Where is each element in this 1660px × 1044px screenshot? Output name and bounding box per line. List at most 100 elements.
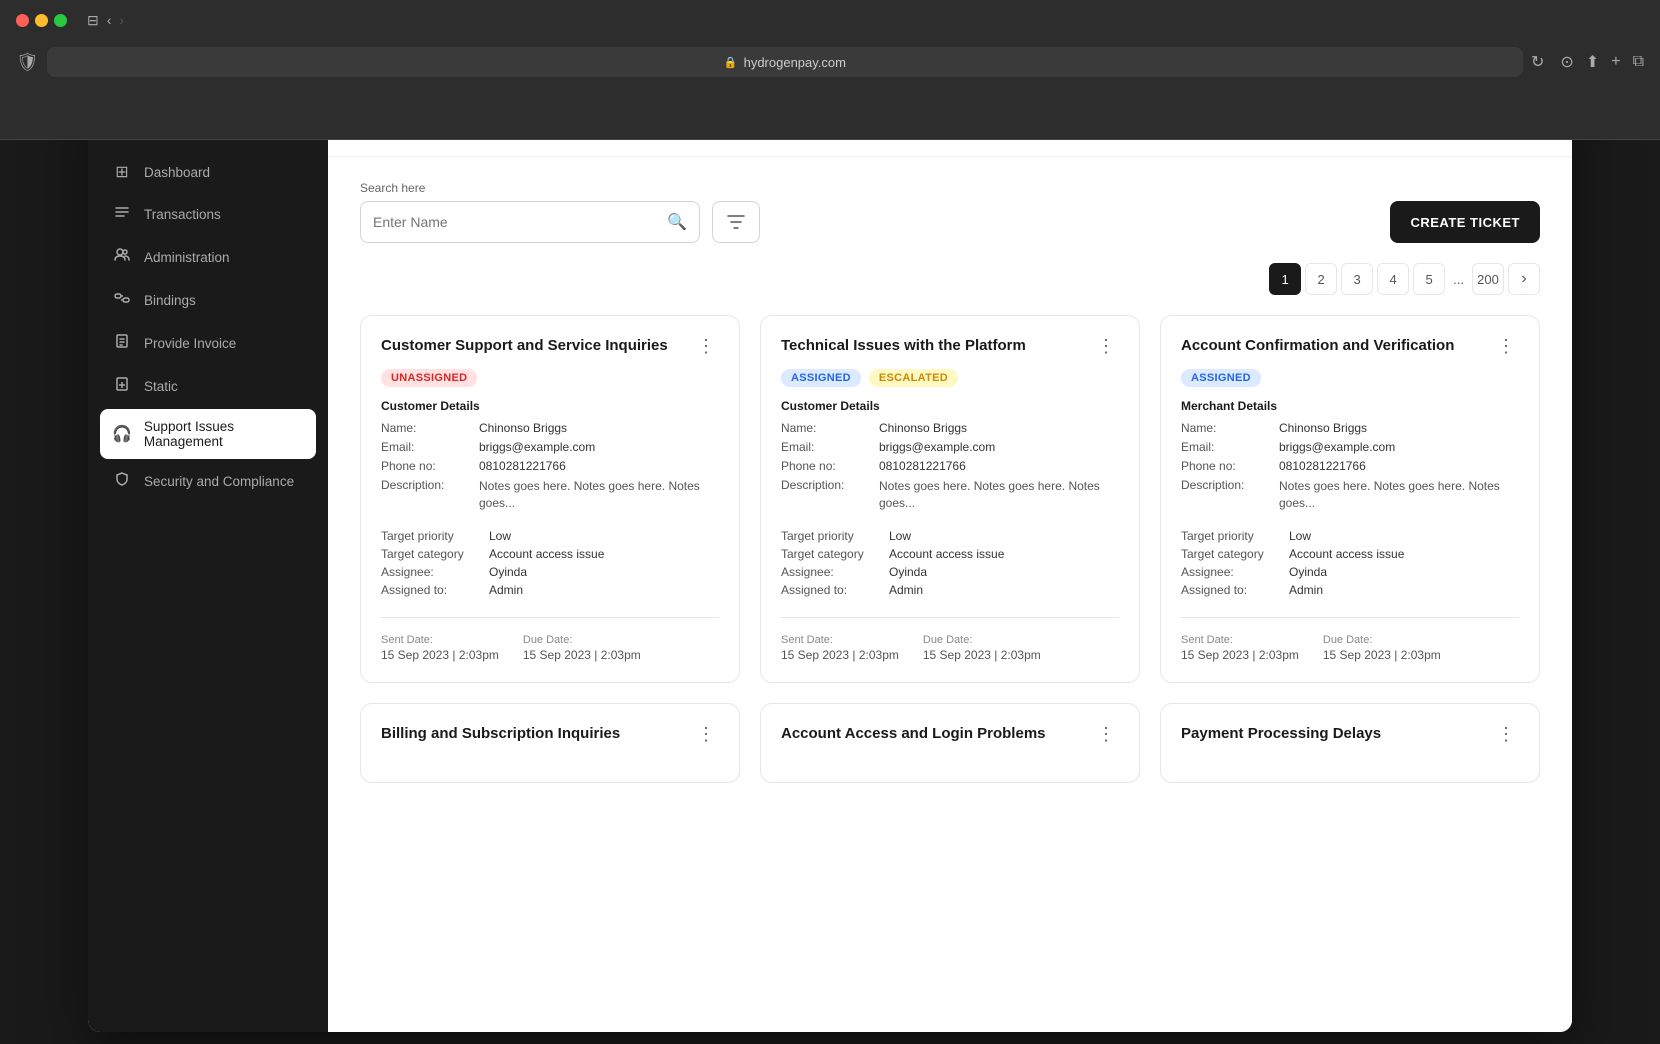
- sidebar-item-static[interactable]: Static: [100, 366, 316, 407]
- sidebar-item-support-issues[interactable]: 🎧 Support Issues Management: [100, 409, 316, 459]
- phone-value-3: 0810281221766: [1279, 459, 1519, 473]
- assignee-value-3: Oyinda: [1289, 565, 1327, 579]
- badge-assigned-2: ASSIGNED: [781, 369, 861, 387]
- phone-value-2: 0810281221766: [879, 459, 1119, 473]
- category-value-3: Account access issue: [1289, 547, 1404, 561]
- provide-invoice-icon: [112, 333, 132, 354]
- sidebar-item-bindings[interactable]: Bindings: [100, 280, 316, 321]
- section-title-1: Customer Details: [381, 399, 719, 413]
- sidebar-item-security-label: Security and Compliance: [144, 474, 294, 489]
- page-5-button[interactable]: 5: [1413, 263, 1445, 295]
- category-value-2: Account access issue: [889, 547, 1004, 561]
- card-title-5: Account Access and Login Problems: [781, 724, 1093, 744]
- sidebar-item-provide-invoice[interactable]: Provide Invoice: [100, 323, 316, 364]
- close-button[interactable]: [16, 14, 29, 27]
- category-label-1: Target category: [381, 547, 481, 561]
- priority-label-2: Target priority: [781, 529, 881, 543]
- card-menu-button-5[interactable]: ⋮: [1093, 724, 1119, 745]
- assigned-to-label-3: Assigned to:: [1181, 583, 1281, 597]
- section-title-3: Merchant Details: [1181, 399, 1519, 413]
- page-4-button[interactable]: 4: [1377, 263, 1409, 295]
- create-ticket-button[interactable]: CREATE TICKET: [1390, 201, 1540, 243]
- share-btn[interactable]: ⬆: [1586, 52, 1599, 72]
- sidebar-item-static-label: Static: [144, 379, 178, 394]
- priority-value-3: Low: [1289, 529, 1311, 543]
- category-label-3: Target category: [1181, 547, 1281, 561]
- maximize-button[interactable]: [54, 14, 67, 27]
- reload-btn[interactable]: ↻: [1531, 52, 1544, 72]
- desc-value-1: Notes goes here. Notes goes here. Notes …: [479, 478, 719, 512]
- filter-button[interactable]: [712, 201, 760, 243]
- minimize-button[interactable]: [35, 14, 48, 27]
- sidebar-item-transactions[interactable]: Transactions: [100, 194, 316, 235]
- sent-date-value-1: 15 Sep 2023 | 2:03pm: [381, 648, 499, 662]
- sidebar-item-bindings-label: Bindings: [144, 293, 196, 308]
- address-bar[interactable]: 🔒 hydrogenpay.com: [47, 47, 1523, 77]
- card-menu-button-4[interactable]: ⋮: [693, 724, 719, 745]
- due-date-label-2: Due Date:: [923, 634, 1041, 646]
- administration-icon: [112, 247, 132, 268]
- card-menu-button-1[interactable]: ⋮: [693, 336, 719, 357]
- card-title-1: Customer Support and Service Inquiries: [381, 336, 693, 356]
- sidebar-toggle-btn[interactable]: ⊟: [87, 12, 99, 29]
- priority-label-3: Target priority: [1181, 529, 1281, 543]
- desc-label-3: Description:: [1181, 478, 1271, 492]
- card-menu-button-2[interactable]: ⋮: [1093, 336, 1119, 357]
- desc-value-2: Notes goes here. Notes goes here. Notes …: [879, 478, 1119, 512]
- assigned-to-label-2: Assigned to:: [781, 583, 881, 597]
- due-date-label-1: Due Date:: [523, 634, 641, 646]
- sidebar-item-dashboard[interactable]: ⊞ Dashboard: [100, 152, 316, 192]
- page-1-button[interactable]: 1: [1269, 263, 1301, 295]
- assignee-label-1: Assignee:: [381, 565, 481, 579]
- search-label: Search here: [360, 181, 700, 195]
- page-3-button[interactable]: 3: [1341, 263, 1373, 295]
- card-title-3: Account Confirmation and Verification: [1181, 336, 1493, 356]
- priority-label-1: Target priority: [381, 529, 481, 543]
- due-date-value-2: 15 Sep 2023 | 2:03pm: [923, 648, 1041, 662]
- desc-label-1: Description:: [381, 478, 471, 492]
- email-label-3: Email:: [1181, 440, 1271, 454]
- assigned-to-value-3: Admin: [1289, 583, 1323, 597]
- card-menu-button-6[interactable]: ⋮: [1493, 724, 1519, 745]
- sidebar-item-provide-invoice-label: Provide Invoice: [144, 336, 236, 351]
- phone-label-2: Phone no:: [781, 459, 871, 473]
- tabs-btn[interactable]: ⧉: [1633, 52, 1644, 72]
- sidebar-item-security[interactable]: Security and Compliance: [100, 461, 316, 502]
- forward-btn[interactable]: ›: [119, 12, 124, 29]
- ticket-card-2: Technical Issues with the Platform ⋮ ASS…: [760, 315, 1140, 683]
- help-btn[interactable]: ⊙: [1560, 52, 1573, 72]
- card-menu-button-3[interactable]: ⋮: [1493, 336, 1519, 357]
- search-container: 🔍: [360, 201, 700, 243]
- ticket-card-5: Account Access and Login Problems ⋮: [760, 703, 1140, 783]
- dashboard-icon: ⊞: [112, 162, 132, 182]
- url-text: hydrogenpay.com: [744, 55, 846, 70]
- search-icon: 🔍: [667, 212, 687, 232]
- lock-icon: 🔒: [724, 56, 738, 69]
- ticket-card-1: Customer Support and Service Inquiries ⋮…: [360, 315, 740, 683]
- name-value-1: Chinonso Briggs: [479, 421, 719, 435]
- priority-value-2: Low: [889, 529, 911, 543]
- back-btn[interactable]: ‹: [107, 12, 112, 29]
- page-2-button[interactable]: 2: [1305, 263, 1337, 295]
- assigned-to-value-2: Admin: [889, 583, 923, 597]
- phone-label-3: Phone no:: [1181, 459, 1271, 473]
- assigned-to-value-1: Admin: [489, 583, 523, 597]
- assignee-label-3: Assignee:: [1181, 565, 1281, 579]
- section-title-2: Customer Details: [781, 399, 1119, 413]
- name-label-3: Name:: [1181, 421, 1271, 435]
- sent-date-label-1: Sent Date:: [381, 634, 499, 646]
- assignee-value-2: Oyinda: [889, 565, 927, 579]
- phone-label-1: Phone no:: [381, 459, 471, 473]
- sidebar-item-administration[interactable]: Administration: [100, 237, 316, 278]
- page-200-button[interactable]: 200: [1472, 263, 1504, 295]
- new-tab-btn[interactable]: +: [1611, 52, 1620, 72]
- transactions-icon: [112, 204, 132, 225]
- ticket-card-6: Payment Processing Delays ⋮: [1160, 703, 1540, 783]
- search-input[interactable]: [373, 214, 667, 230]
- email-value-3: briggs@example.com: [1279, 440, 1519, 454]
- sent-date-label-3: Sent Date:: [1181, 634, 1299, 646]
- page-next-button[interactable]: ›: [1508, 263, 1540, 295]
- shield-icon[interactable]: 🛡: [16, 52, 39, 73]
- email-label-1: Email:: [381, 440, 471, 454]
- email-value-2: briggs@example.com: [879, 440, 1119, 454]
